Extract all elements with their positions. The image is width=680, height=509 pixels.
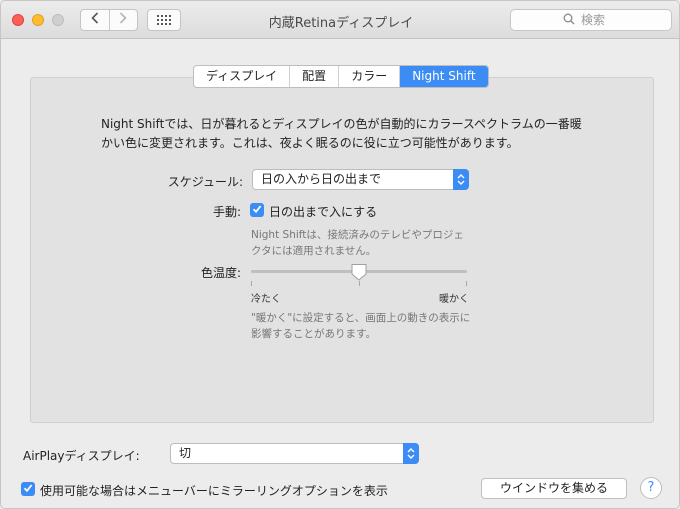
- airplay-value: 切: [179, 446, 192, 460]
- tab-display[interactable]: ディスプレイ: [194, 66, 289, 87]
- night-shift-description: Night Shiftでは、日が暮れるとディスプレイの色が自動的にカラースペクト…: [101, 115, 601, 153]
- title-bar: 内蔵Retinaディスプレイ: [1, 1, 679, 39]
- warm-warning: "暖かく"に設定すると、画面上の動きの表示に 影響することがあります。: [251, 310, 491, 342]
- manual-checkbox[interactable]: [250, 203, 264, 217]
- slider-tick: [466, 281, 467, 286]
- airplay-label: AirPlayディスプレイ:: [23, 449, 140, 463]
- up-down-arrows-icon: [403, 443, 419, 464]
- slider-min-label: 冷たく: [251, 294, 281, 305]
- search-input[interactable]: [579, 12, 619, 28]
- up-down-arrows-icon: [453, 169, 469, 190]
- preferences-window: 内蔵Retinaディスプレイ ディスプレイ 配置 カラー Night Shift…: [0, 0, 680, 509]
- tab-bar: ディスプレイ 配置 カラー Night Shift: [193, 65, 489, 88]
- description-line-1: Night Shiftでは、日が暮れるとディスプレイの色が自動的にカラースペクト…: [101, 117, 582, 131]
- mirror-options-label[interactable]: 使用可能な場合はメニューバーにミラーリングオプションを表示: [40, 482, 388, 499]
- manual-checkbox-label[interactable]: 日の出まで入にする: [269, 203, 377, 220]
- navigation-buttons: [80, 9, 138, 31]
- note-line-2: クタには適用されません。: [251, 245, 377, 257]
- show-all-button[interactable]: [147, 9, 181, 31]
- back-button[interactable]: [81, 10, 109, 30]
- schedule-value: 日の入から日の出まで: [261, 172, 382, 186]
- close-window-button[interactable]: [12, 14, 24, 26]
- mirror-options-checkbox[interactable]: [21, 482, 35, 496]
- window-title: 内蔵Retinaディスプレイ: [268, 16, 414, 31]
- temperature-label: 色温度:: [200, 266, 241, 280]
- description-line-2: かい色に変更されます。これは、夜よく眠るのに役に立つ可能性があります。: [101, 136, 519, 150]
- slider-max-label: 暖かく: [439, 294, 469, 305]
- chevron-right-icon: [119, 12, 127, 28]
- night-shift-note: Night Shiftは、接続済みのテレビやプロジェ クタには適用されません。: [251, 227, 491, 259]
- slider-tick: [251, 281, 252, 286]
- forward-button[interactable]: [108, 10, 138, 30]
- grid-icon: [156, 14, 172, 26]
- search-field[interactable]: [510, 9, 672, 31]
- warning-line-1: "暖かく"に設定すると、画面上の動きの表示に: [251, 312, 471, 324]
- chevron-left-icon: [91, 12, 99, 28]
- manual-label: 手動:: [212, 205, 241, 219]
- tab-color[interactable]: カラー: [338, 66, 399, 87]
- checkmark-icon: [252, 203, 262, 217]
- gather-windows-button[interactable]: ウインドウを集める: [481, 478, 627, 499]
- note-line-1: Night Shiftは、接続済みのテレビやプロジェ: [251, 229, 464, 241]
- airplay-popup[interactable]: 切: [170, 443, 419, 464]
- help-button[interactable]: ?: [640, 477, 662, 499]
- tab-arrangement[interactable]: 配置: [289, 66, 338, 87]
- checkmark-icon: [23, 482, 33, 496]
- search-icon: [563, 13, 579, 28]
- minimize-window-button[interactable]: [32, 14, 44, 26]
- slider-tick: [359, 281, 360, 286]
- schedule-popup[interactable]: 日の入から日の出まで: [252, 169, 469, 190]
- schedule-label: スケジュール:: [167, 175, 243, 189]
- zoom-window-button[interactable]: [52, 14, 64, 26]
- warning-line-2: 影響することがあります。: [251, 328, 376, 340]
- tab-night-shift[interactable]: Night Shift: [399, 66, 488, 87]
